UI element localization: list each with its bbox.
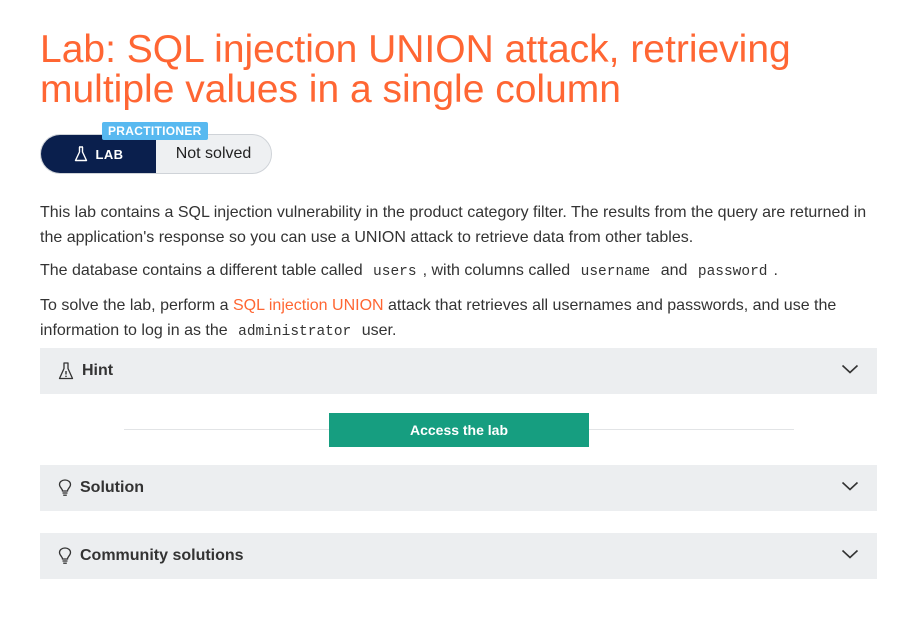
community-solutions-title: Community solutions: [80, 547, 244, 564]
chevron-down-icon[interactable]: [841, 548, 859, 560]
text: The database contains a different table …: [40, 262, 363, 279]
community-solutions-accordion[interactable]: Community solutions: [40, 533, 877, 579]
description-paragraph-2: The database contains a different table …: [40, 258, 880, 285]
sql-injection-union-link[interactable]: SQL injection UNION: [233, 297, 384, 314]
text: user.: [361, 322, 397, 339]
hint-accordion[interactable]: Hint: [40, 348, 877, 394]
description-paragraph-3: To solve the lab, perform a SQL injectio…: [40, 293, 880, 345]
solution-title: Solution: [80, 479, 144, 496]
description-paragraph-1: This lab contains a SQL injection vulner…: [40, 204, 867, 246]
text: .: [773, 262, 778, 279]
flask-icon: [74, 146, 87, 162]
text: and: [660, 262, 688, 279]
code-administrator: administrator: [238, 324, 352, 340]
lab-page: Lab: SQL injection UNION attack, retriev…: [0, 0, 906, 641]
warning-flask-icon: [58, 362, 74, 380]
text: , with columns called: [422, 262, 571, 279]
lightbulb-icon: [58, 547, 72, 564]
page-title: Lab: SQL injection UNION attack, retriev…: [40, 28, 791, 111]
code-username: username: [580, 264, 651, 280]
access-lab-button[interactable]: Access the lab: [329, 413, 589, 447]
code-users: users: [373, 264, 417, 280]
lightbulb-icon: [58, 479, 72, 496]
level-badge: PRACTITIONER: [102, 122, 208, 140]
chevron-down-icon[interactable]: [841, 480, 859, 492]
chevron-down-icon[interactable]: [841, 363, 859, 375]
lab-description: This lab contains a SQL injection vulner…: [40, 200, 880, 353]
lab-status-widget: LAB Not solved: [40, 134, 272, 174]
lab-label-text: LAB: [95, 146, 124, 162]
lab-status: Not solved: [175, 145, 252, 162]
hint-title: Hint: [82, 362, 114, 379]
code-password: password: [697, 264, 768, 280]
lab-label: LAB: [41, 135, 156, 173]
solution-accordion[interactable]: Solution: [40, 465, 877, 511]
text: To solve the lab, perform a: [40, 297, 229, 314]
